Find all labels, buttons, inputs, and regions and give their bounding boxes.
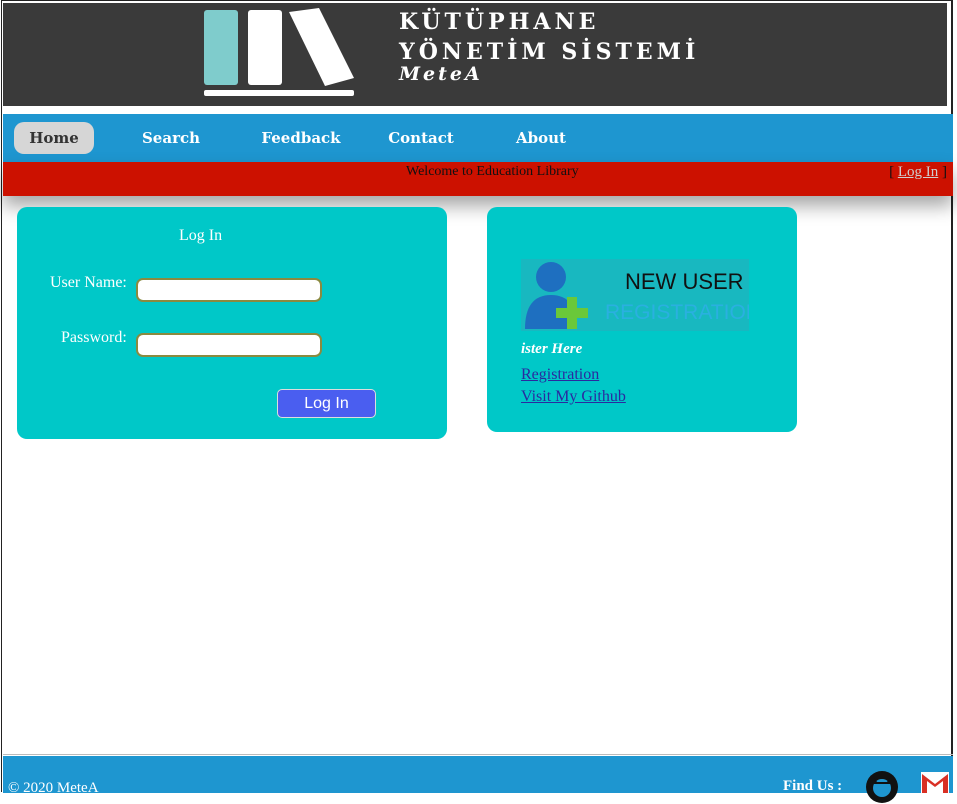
- site-header: KÜTÜPHANE YÖNETİM SİSTEMİ MeteA: [3, 3, 947, 106]
- nav-feedback[interactable]: Feedback: [261, 122, 341, 154]
- copyright-text: © 2020 MeteA: [8, 780, 99, 796]
- nav-contact-us[interactable]: Contact Us: [379, 122, 463, 179]
- header-login: [ Log In ]: [889, 162, 947, 182]
- header-login-link[interactable]: Log In: [898, 164, 938, 180]
- site-footer: © 2020 MeteA Find Us :: [3, 756, 953, 803]
- welcome-text: Welcome to Education Library: [406, 164, 579, 179]
- new-user-registration-image: NEW USER REGISTRATION: [521, 259, 749, 331]
- reg-image-line1: NEW USER: [625, 269, 744, 294]
- login-title: Log In: [179, 227, 223, 244]
- footer-divider: [3, 754, 953, 755]
- password-label: Password:: [61, 329, 127, 346]
- username-label: User Name:: [50, 274, 127, 291]
- user-head-icon: [536, 262, 566, 292]
- github-link[interactable]: Visit My Github: [521, 388, 626, 406]
- github-icon[interactable]: [865, 770, 899, 804]
- bracket-open: [: [889, 164, 895, 180]
- site-title-line1: KÜTÜPHANE: [399, 9, 600, 35]
- books-logo-icon: [204, 8, 354, 96]
- main-nav: Home Search Books Feedback Contact Us Ab…: [3, 114, 953, 179]
- login-panel: Log In User Name: Password: Log In: [17, 207, 447, 439]
- site-title: KÜTÜPHANE YÖNETİM SİSTEMİ MeteA: [399, 7, 699, 85]
- welcome-bar: Welcome to Education Library [ Log In ]: [3, 162, 953, 196]
- bracket-close: ]: [942, 164, 947, 180]
- username-input[interactable]: [136, 278, 322, 302]
- nav-home[interactable]: Home: [14, 122, 94, 154]
- gmail-icon[interactable]: [921, 772, 949, 794]
- plus-icon-h: [556, 308, 588, 318]
- register-here-text: ister Here: [521, 341, 583, 357]
- reg-image-line2: REGISTRATION: [605, 301, 749, 324]
- login-button[interactable]: Log In: [277, 389, 376, 418]
- password-input[interactable]: [136, 333, 322, 357]
- find-us-label: Find Us :: [783, 778, 843, 794]
- nav-search-books[interactable]: Search Books: [119, 122, 223, 179]
- registration-panel: NEW USER REGISTRATION ister Here Registr…: [487, 207, 797, 432]
- nav-about-us[interactable]: About Us: [503, 122, 579, 179]
- registration-link[interactable]: Registration: [521, 366, 599, 384]
